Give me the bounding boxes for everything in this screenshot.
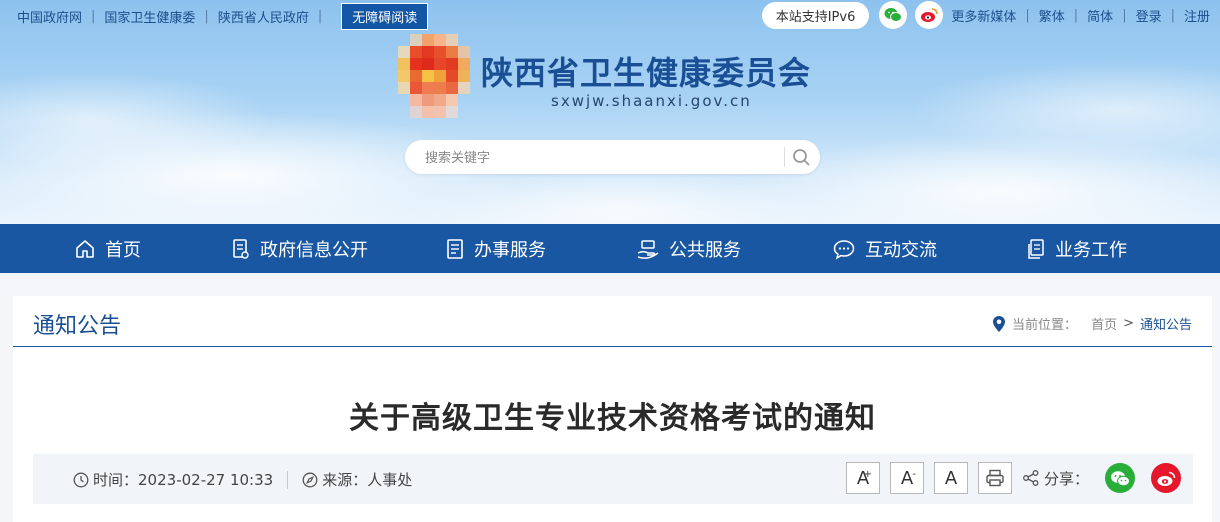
source-label: 来源： bbox=[322, 471, 368, 489]
document-icon bbox=[233, 238, 249, 259]
more-media-link[interactable]: 更多新媒体 bbox=[951, 6, 1016, 25]
user-links: 更多新媒体 | 繁体 | 简体 | 登录 | 注册 bbox=[951, 6, 1220, 25]
separator: | bbox=[1122, 7, 1127, 23]
nav-services-label: 办事服务 bbox=[474, 239, 546, 261]
home-icon bbox=[76, 239, 94, 258]
register-link[interactable]: 注册 bbox=[1184, 6, 1210, 25]
breadcrumb-separator: > bbox=[1123, 316, 1134, 331]
minus-mark: - bbox=[912, 469, 916, 480]
nav-business-label: 业务工作 bbox=[1055, 239, 1127, 261]
breadcrumb-home[interactable]: 首页 bbox=[1091, 314, 1117, 333]
share-weibo-icon[interactable] bbox=[1151, 463, 1181, 493]
location-pin-icon bbox=[993, 315, 1006, 332]
time-label: 时间： bbox=[93, 471, 139, 489]
site-domain: sxwjw.shaanxi.gov.cn bbox=[551, 92, 752, 110]
traditional-chinese-link[interactable]: 繁体 bbox=[1039, 6, 1065, 25]
link-nhc[interactable]: 国家卫生健康委 bbox=[104, 7, 195, 26]
separator: | bbox=[91, 8, 96, 24]
meta-divider bbox=[287, 470, 289, 489]
section-title: 通知公告 bbox=[33, 314, 122, 339]
publish-time: 2023-02-27 10:33 bbox=[138, 470, 274, 489]
ipv6-badge: 本站支持IPv6 bbox=[761, 1, 870, 29]
article-meta-bar: 时间： 2023-02-27 10:33 来源： 人事处 A + A- A 分享… bbox=[33, 454, 1193, 504]
emblem-logo bbox=[398, 34, 470, 118]
separator: | bbox=[317, 8, 323, 24]
accessibility-button[interactable]: 无障碍阅读 bbox=[341, 2, 429, 30]
clock-icon bbox=[73, 472, 89, 487]
article-meta: 时间： 2023-02-27 10:33 来源： 人事处 bbox=[73, 469, 412, 490]
search-icon[interactable] bbox=[791, 147, 813, 167]
font-decrease-button[interactable]: A- bbox=[889, 462, 924, 494]
breadcrumb-label: 当前位置： bbox=[1012, 318, 1078, 333]
header-banner: 中国政府网 | 国家卫生健康委 | 陕西省人民政府 | 无障碍阅读 本站支持IP… bbox=[0, 0, 1220, 224]
search-box bbox=[405, 140, 820, 174]
font-reset-button[interactable]: A bbox=[933, 462, 968, 494]
separator: | bbox=[1025, 7, 1030, 23]
main-nav: 首页 政府信息公开 办事服务 公共服务 互动交流 业务工作 bbox=[0, 224, 1220, 273]
nav-gov-info[interactable]: 政府信息公开 bbox=[231, 224, 368, 273]
print-button[interactable] bbox=[977, 462, 1012, 494]
nav-public-services-label: 公共服务 bbox=[669, 239, 741, 261]
separator: | bbox=[204, 8, 209, 24]
nav-interaction-label: 互动交流 bbox=[865, 239, 937, 261]
separator: | bbox=[1170, 7, 1175, 23]
share-label: 分享： bbox=[1043, 469, 1089, 488]
nav-gov-info-label: 政府信息公开 bbox=[260, 239, 368, 261]
font-reset-label: A bbox=[944, 467, 958, 489]
link-gov-cn[interactable]: 中国政府网 bbox=[17, 7, 82, 26]
section-header: 通知公告 当前位置： 首页 > 通知公告 bbox=[13, 296, 1212, 347]
hand-service-icon bbox=[637, 239, 659, 259]
source-value: 人事处 bbox=[367, 471, 413, 489]
wechat-icon[interactable] bbox=[879, 1, 908, 29]
nav-business[interactable]: 业务工作 bbox=[1026, 224, 1127, 273]
chat-icon bbox=[833, 239, 855, 260]
simplified-chinese-link[interactable]: 简体 bbox=[1087, 6, 1113, 25]
form-icon bbox=[447, 238, 463, 259]
breadcrumb: 当前位置： 首页 > 通知公告 bbox=[992, 314, 1192, 333]
content-panel: 通知公告 当前位置： 首页 > 通知公告 关于高级卫生专业技术资格考试的通知 时… bbox=[13, 296, 1212, 522]
separator: | bbox=[1073, 7, 1079, 23]
breadcrumb-current[interactable]: 通知公告 bbox=[1140, 314, 1192, 333]
files-icon bbox=[1028, 238, 1044, 259]
share-icon bbox=[1023, 470, 1039, 486]
top-links: 中国政府网 | 国家卫生健康委 | 陕西省人民政府 | 无障碍阅读 bbox=[17, 2, 429, 30]
weibo-icon[interactable] bbox=[915, 1, 944, 29]
article-tools: A + A- A 分享： bbox=[845, 462, 1181, 494]
share-wechat-icon[interactable] bbox=[1105, 463, 1135, 493]
font-decrease-label: A bbox=[900, 467, 914, 489]
site-title: 陕西省卫生健康委员会 bbox=[481, 54, 812, 92]
article-title: 关于高级卫生专业技术资格考试的通知 bbox=[349, 401, 876, 436]
login-link[interactable]: 登录 bbox=[1136, 6, 1162, 25]
font-increase-button[interactable]: A + bbox=[845, 462, 880, 494]
top-right-bar: 本站支持IPv6 更多新媒体 | 繁体 | 简体 | 登录 | 注册 bbox=[761, 1, 1220, 29]
plus-mark: + bbox=[863, 469, 872, 480]
search-input[interactable] bbox=[423, 147, 777, 169]
nav-home[interactable]: 首页 bbox=[74, 224, 141, 273]
nav-home-label: 首页 bbox=[105, 239, 141, 261]
nav-interaction[interactable]: 互动交流 bbox=[832, 224, 937, 273]
printer-icon bbox=[986, 469, 1004, 487]
compass-icon bbox=[302, 472, 318, 487]
link-shaanxi-gov[interactable]: 陕西省人民政府 bbox=[218, 7, 309, 26]
nav-services[interactable]: 办事服务 bbox=[445, 224, 546, 273]
nav-public-services[interactable]: 公共服务 bbox=[636, 224, 741, 273]
search-divider bbox=[784, 147, 785, 167]
